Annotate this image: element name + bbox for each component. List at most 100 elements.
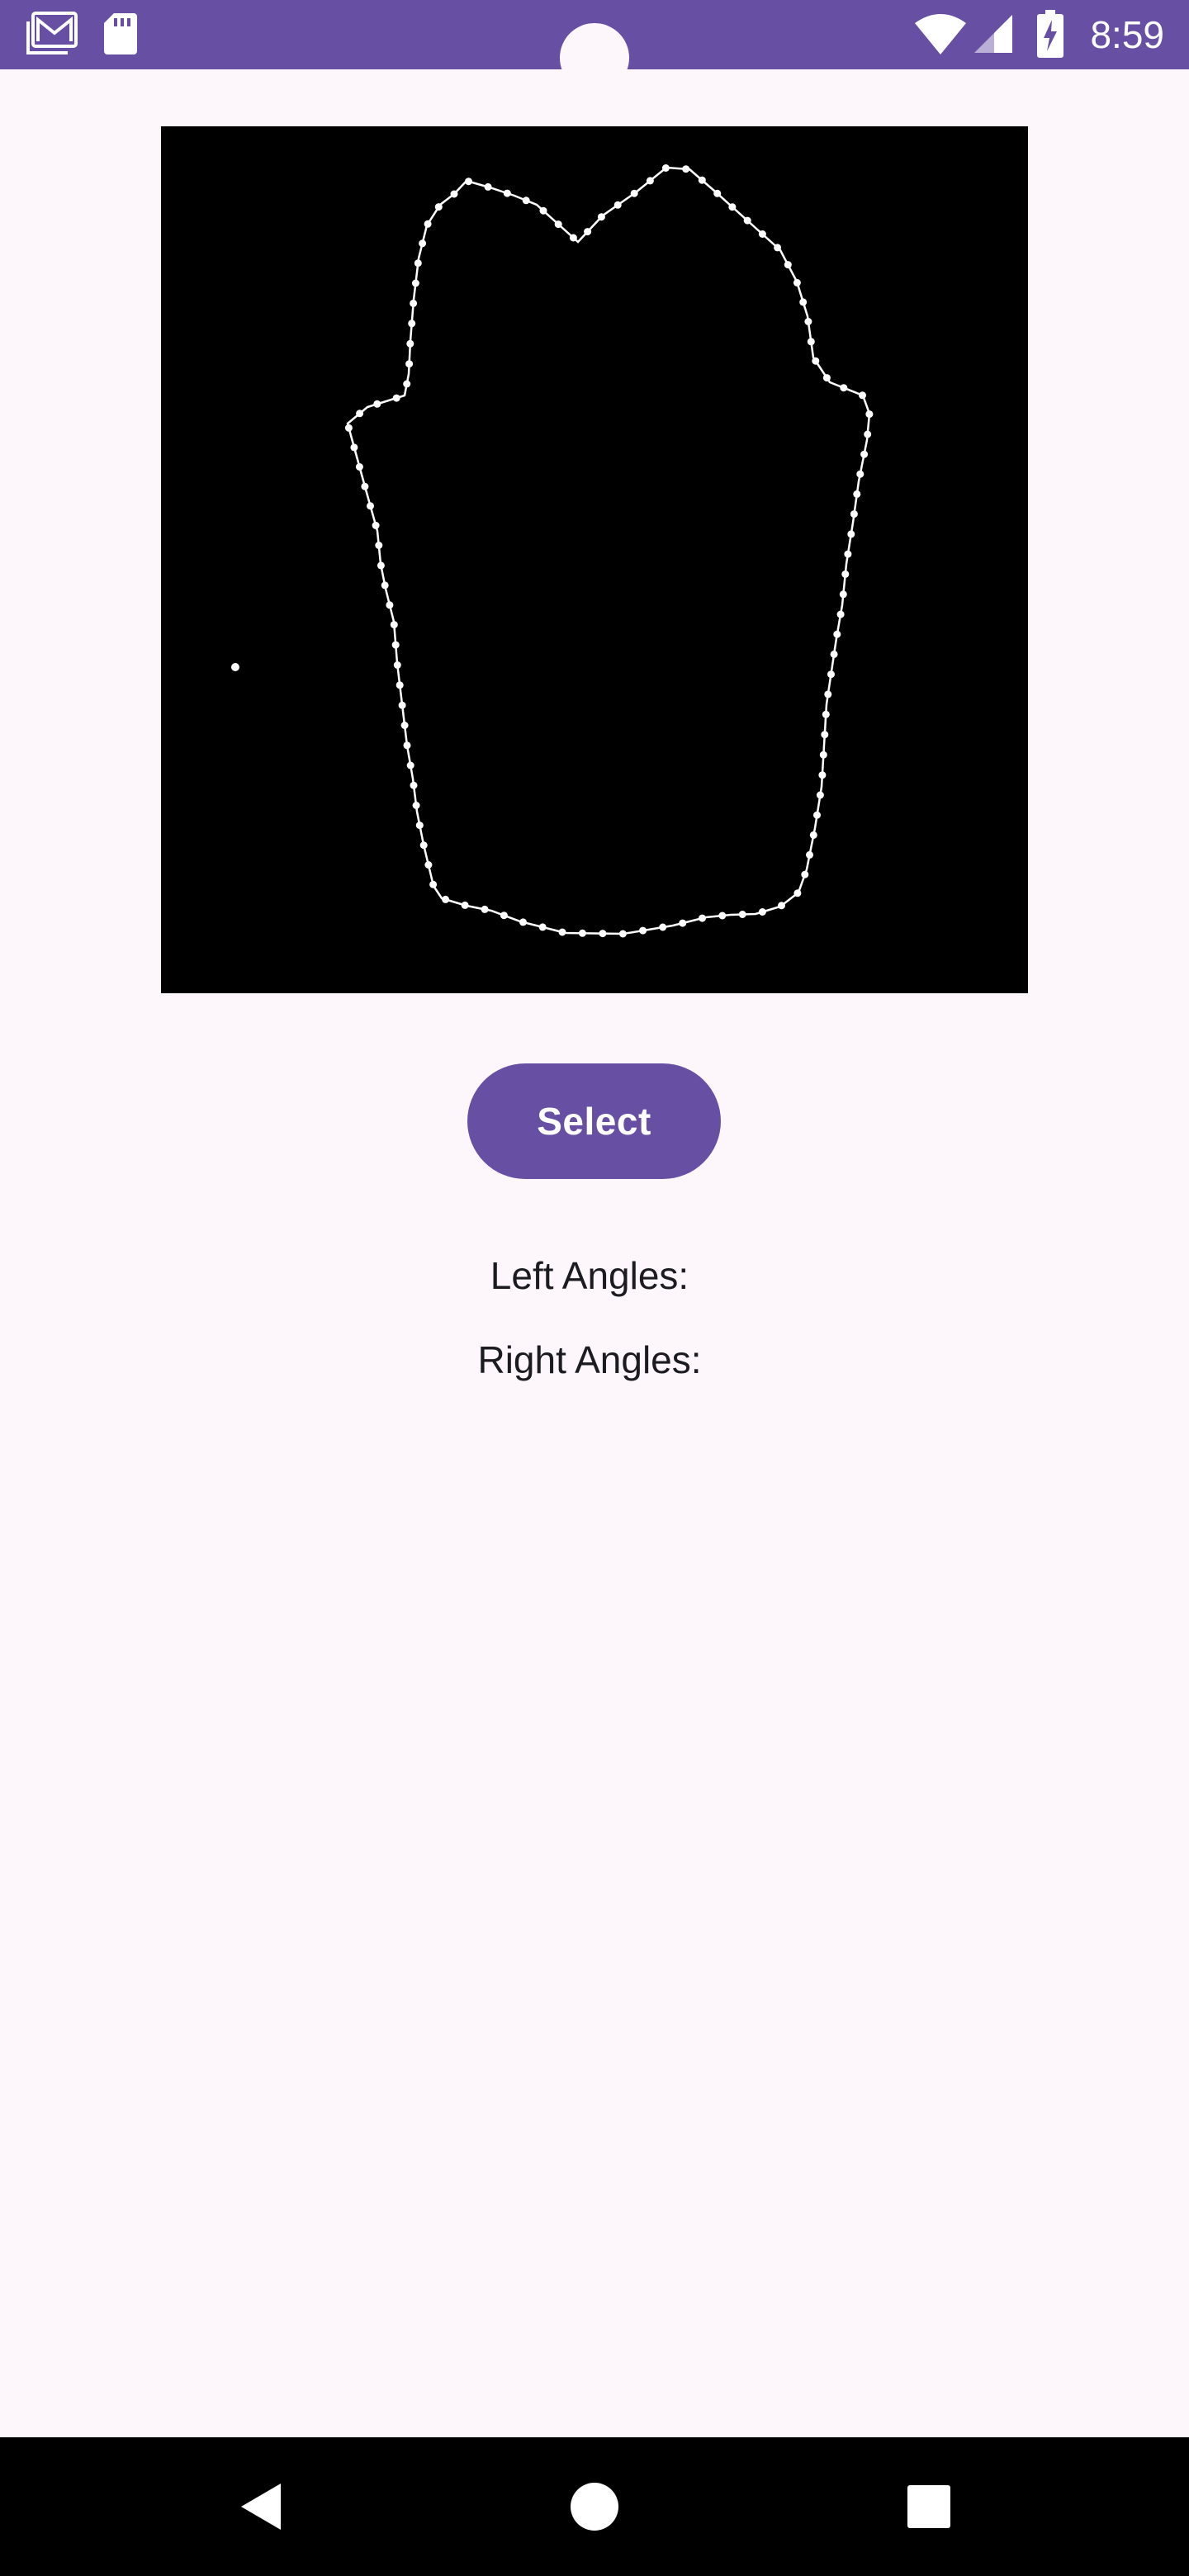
contour-vertex xyxy=(367,502,374,510)
contour-vertex xyxy=(758,230,766,238)
contour-vertex xyxy=(864,430,872,438)
image-preview xyxy=(161,126,1028,993)
contour-vertex xyxy=(419,239,427,248)
contour-vertex xyxy=(373,400,381,408)
camera-cutout xyxy=(560,23,629,92)
contour-vertex xyxy=(391,641,400,649)
contour-vertex xyxy=(465,178,472,186)
contour-vertex xyxy=(853,490,861,498)
contour-vertex xyxy=(554,220,562,229)
contour-vertex xyxy=(613,201,622,209)
home-icon xyxy=(571,2483,618,2531)
contour-vertex xyxy=(344,424,353,432)
contour-vertex xyxy=(356,410,364,418)
contour-vertex xyxy=(375,542,383,549)
battery-charging-icon xyxy=(1037,10,1063,62)
contour-vertex xyxy=(434,203,443,211)
contour-vertex xyxy=(807,338,815,346)
contour-vertex xyxy=(778,902,785,910)
contour-vertex xyxy=(424,220,432,228)
gmail-icon xyxy=(25,12,78,62)
contour-vertex xyxy=(381,581,389,590)
status-bar: 8:59 xyxy=(0,0,1189,92)
contour-vertex xyxy=(372,521,380,529)
contour-vertex xyxy=(799,298,808,306)
contour-vertex xyxy=(398,701,406,709)
contour-vertex xyxy=(839,590,847,599)
contour-vertex xyxy=(578,929,586,937)
contour-vertex xyxy=(865,410,874,419)
contour-vertex xyxy=(774,244,782,252)
contour-vertex xyxy=(821,731,829,739)
contour-vertex xyxy=(361,482,369,490)
contour-vertex xyxy=(659,923,667,931)
contour-vertex xyxy=(403,741,411,750)
recents-icon xyxy=(907,2485,950,2528)
contour-vertex xyxy=(400,722,409,729)
contour-vertex xyxy=(429,880,438,888)
contour-vertex xyxy=(699,914,706,922)
contour-outline xyxy=(346,166,871,935)
contour-vertex xyxy=(461,901,469,909)
contour-vertex xyxy=(410,781,418,789)
contour-vertex xyxy=(784,261,792,269)
contour-vertex xyxy=(841,570,850,578)
contour-vertex xyxy=(679,919,687,927)
contour-vertex xyxy=(661,164,670,172)
contour-vertex xyxy=(406,339,414,348)
contour-vertex xyxy=(415,822,424,830)
contour-vertex xyxy=(813,811,821,819)
back-icon xyxy=(241,2484,281,2530)
contour-vertex xyxy=(728,203,737,211)
select-button[interactable]: Select xyxy=(467,1063,721,1179)
contour-vertex xyxy=(738,911,746,918)
contour-vertex xyxy=(411,279,419,287)
contour-vertex xyxy=(442,895,450,903)
contour-vertex xyxy=(377,561,385,570)
contour-vertex xyxy=(386,601,394,609)
contour-vertex xyxy=(743,216,751,225)
contour-vertex xyxy=(822,710,830,718)
contour-vertex xyxy=(830,650,838,658)
contour-vertex xyxy=(859,391,866,400)
contour-vertex xyxy=(419,841,428,850)
contour-vertex xyxy=(793,889,802,897)
contour-vertex xyxy=(350,443,358,452)
contour-vertex xyxy=(410,299,418,307)
status-time: 8:59 xyxy=(1090,13,1164,56)
contour-vertex xyxy=(758,908,766,916)
contour-vertex xyxy=(819,751,827,759)
contour-vertex xyxy=(847,530,855,538)
contour-vertex xyxy=(713,189,722,197)
contour-vertex xyxy=(405,360,414,368)
wifi-icon xyxy=(913,13,968,60)
signal-icon xyxy=(973,13,1014,59)
contour-vertex xyxy=(393,661,401,669)
contour-vertex xyxy=(597,213,605,221)
contour-vertex xyxy=(682,165,690,173)
contour-vertex xyxy=(538,923,547,931)
contour-vertex xyxy=(824,690,832,698)
contour-vertex xyxy=(860,450,869,458)
contour-vertex xyxy=(844,550,852,558)
home-button[interactable] xyxy=(525,2437,664,2576)
contour-vertex xyxy=(816,791,824,799)
contour-vertex xyxy=(818,771,827,779)
app-screen: 8:59 Select Left Angles: Right Angles: xyxy=(0,0,1189,2576)
contour-vertex xyxy=(414,259,422,268)
back-button[interactable] xyxy=(192,2437,330,2576)
contour-vertex xyxy=(396,681,404,689)
contour-vertex xyxy=(639,926,647,935)
contour-vertex xyxy=(793,278,801,286)
contour-vertex xyxy=(558,928,566,936)
contour-vertex xyxy=(599,930,607,938)
contour-vertex xyxy=(484,182,492,191)
stray-point xyxy=(231,663,239,671)
recents-button[interactable] xyxy=(860,2437,998,2576)
right-angles-label: Right Angles: xyxy=(477,1338,702,1381)
navigation-bar xyxy=(0,2437,1189,2576)
contour-vertex xyxy=(850,510,858,519)
contour-vertex xyxy=(390,621,398,629)
contour-vertex xyxy=(408,320,416,328)
contour-vertex xyxy=(450,190,458,198)
